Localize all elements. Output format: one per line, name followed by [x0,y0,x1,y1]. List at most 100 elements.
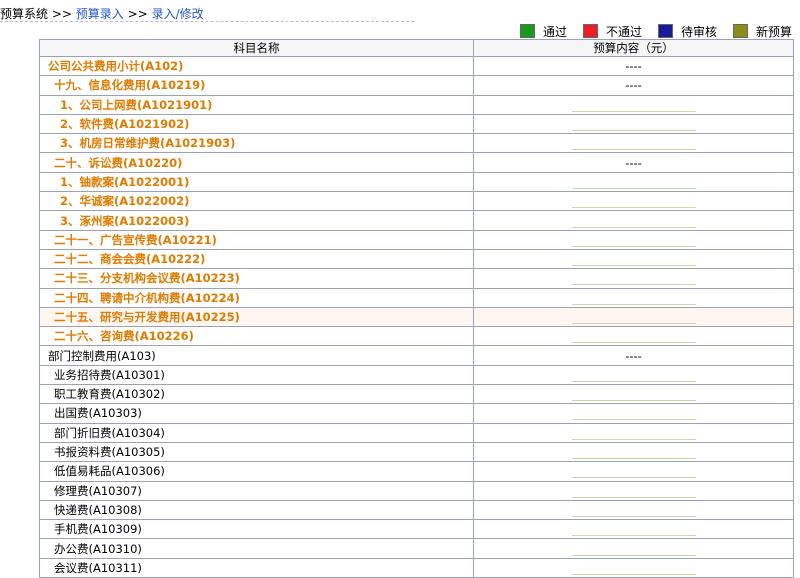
account-name-cell: 会议费(A10311) [39,557,474,578]
table-row: 二十二、商会会费(A10222) [39,248,794,270]
budget-amount-input[interactable] [571,294,696,305]
table-row: 业务招待费(A10301) [39,364,794,386]
table-row: 二十、诉讼费(A10220) ---- [39,152,794,173]
account-name-label: 手机费(A10309) [54,522,142,537]
legend-swatch-rejected [582,24,598,38]
budget-table: 科目名称 预算内容（元） 公司公共费用小计(A102) ---- 十九、信息化费用(… [39,39,794,578]
account-name-cell: 出国费(A10303) [39,403,474,424]
table-row: 手机费(A10309) [39,519,794,540]
breadcrumb-separator: >> [51,7,72,21]
budget-amount-input[interactable] [571,525,696,537]
table-row: 修理费(A10307) [39,480,794,501]
account-name-label: 2、软件费(A1021902) [60,117,190,132]
budget-amount-input[interactable] [571,120,696,132]
budget-value-cell: ---- [473,345,794,366]
budget-amount-input[interactable] [571,429,696,440]
account-name-label: 二十、诉讼费(A10220) [54,155,183,170]
breadcrumb-root: 预算系统 [0,7,49,21]
account-name-cell: 快递费(A10308) [39,499,474,521]
breadcrumb-divider [0,21,414,22]
table-row: 二十五、研究与开发费用(A10225) [39,306,794,328]
budget-amount-input[interactable] [571,564,696,575]
budget-amount-input[interactable] [571,390,696,402]
legend-item-approved: 通过 [519,23,567,40]
budget-amount-input[interactable] [571,255,696,267]
table-row: 二十四、聘请中介机构费(A10224) [39,287,794,308]
legend-swatch-new [732,24,748,38]
budget-amount-input[interactable] [571,545,696,556]
breadcrumb-link-entry-edit[interactable]: 录入/修改 [152,7,204,21]
budget-amount-input[interactable] [571,506,696,517]
account-name-cell: 公司公共费用小计(A102) [39,55,474,77]
table-row: 3、机房日常维护费(A1021903) [39,133,794,154]
budget-value-text: ---- [625,78,642,93]
table-row: 低值易耗品(A10306) [39,461,794,482]
account-name-label: 业务招待费(A10301) [54,367,165,382]
table-body: 公司公共费用小计(A102) ---- 十九、信息化费用(A10219) ---- 1、… [39,55,794,578]
budget-value-cell [473,191,794,212]
budget-amount-input[interactable] [571,101,696,112]
account-name-label: 职工教育费(A10302) [54,387,165,402]
legend-label-approved: 通过 [542,24,567,39]
budget-amount-input[interactable] [571,178,696,189]
table-row: 出国费(A10303) [39,403,794,424]
account-name-cell: 职工教育费(A10302) [39,384,474,405]
budget-value-cell [473,480,794,501]
table-row: 快递费(A10308) [39,499,794,521]
account-name-cell: 二十二、商会会费(A10222) [39,248,474,270]
budget-amount-input[interactable] [571,371,696,382]
account-name-cell: 二十、诉讼费(A10220) [39,152,474,173]
budget-amount-input[interactable] [571,236,696,247]
account-name-cell: 1、铀款案(A1022001) [39,171,474,193]
account-name-label: 二十五、研究与开发费用(A10225) [54,310,240,324]
budget-value-text: ---- [625,59,642,74]
column-header-name: 科目名称 [39,39,474,57]
table-row: 二十一、广告宣传费(A10221) [39,229,794,250]
budget-value-cell [473,113,794,135]
account-name-cell: 业务招待费(A10301) [39,364,474,386]
status-legend: 通过 不通过 待审核 新预算 [504,23,792,40]
table-row: 二十三、分支机构会议费(A10223) [39,268,794,289]
budget-value-cell [473,461,794,482]
budget-amount-input[interactable] [571,197,696,209]
budget-amount-input[interactable] [571,448,696,460]
budget-value-cell [473,519,794,540]
budget-value-cell [473,210,794,231]
account-name-label: 会议费(A10311) [54,560,142,575]
budget-amount-input[interactable] [571,274,696,286]
account-name-label: 书报资料费(A10305) [54,445,165,460]
budget-amount-input[interactable] [571,467,696,479]
account-name-cell: 二十六、咨询费(A10226) [39,326,474,347]
table-row: 会议费(A10311) [39,557,794,578]
account-name-cell: 手机费(A10309) [39,519,474,540]
account-name-label: 办公费(A10310) [54,541,142,556]
table-row: 十九、信息化费用(A10219) ---- [39,75,794,96]
budget-amount-input[interactable] [571,217,696,228]
table-row: 部门控制费用(A103) ---- [39,345,794,366]
account-name-label: 1、公司上网费(A1021901) [60,97,213,112]
budget-amount-input[interactable] [571,332,696,344]
table-row: 2、软件费(A1021902) [39,113,794,135]
account-name-cell: 十九、信息化费用(A10219) [39,75,474,96]
account-name-label: 十九、信息化费用(A10219) [54,78,206,93]
legend-item-pending: 待审核 [657,23,717,40]
account-name-cell: 书报资料费(A10305) [39,441,474,463]
account-name-label: 修理费(A10307) [54,483,142,498]
budget-value-cell [473,229,794,250]
table-row: 2、华诚案(A1022002) [39,191,794,212]
legend-item-new: 新预算 [732,23,792,40]
table-row: 1、公司上网费(A1021901) [39,94,794,115]
budget-value-cell [473,306,794,328]
budget-amount-input[interactable] [571,487,696,498]
budget-value-cell [473,268,794,289]
budget-value-cell [473,403,794,424]
budget-amount-input[interactable] [571,313,696,324]
legend-item-rejected: 不通过 [582,23,642,40]
budget-amount-input[interactable] [571,409,696,421]
account-name-cell: 办公费(A10310) [39,538,474,559]
budget-amount-input[interactable] [571,139,696,151]
account-name-cell: 部门控制费用(A103) [39,345,474,366]
breadcrumb-link-budget-entry[interactable]: 预算录入 [76,7,124,21]
legend-label-pending: 待审核 [680,24,717,39]
account-name-cell: 3、涿州案(A1022003) [39,210,474,231]
